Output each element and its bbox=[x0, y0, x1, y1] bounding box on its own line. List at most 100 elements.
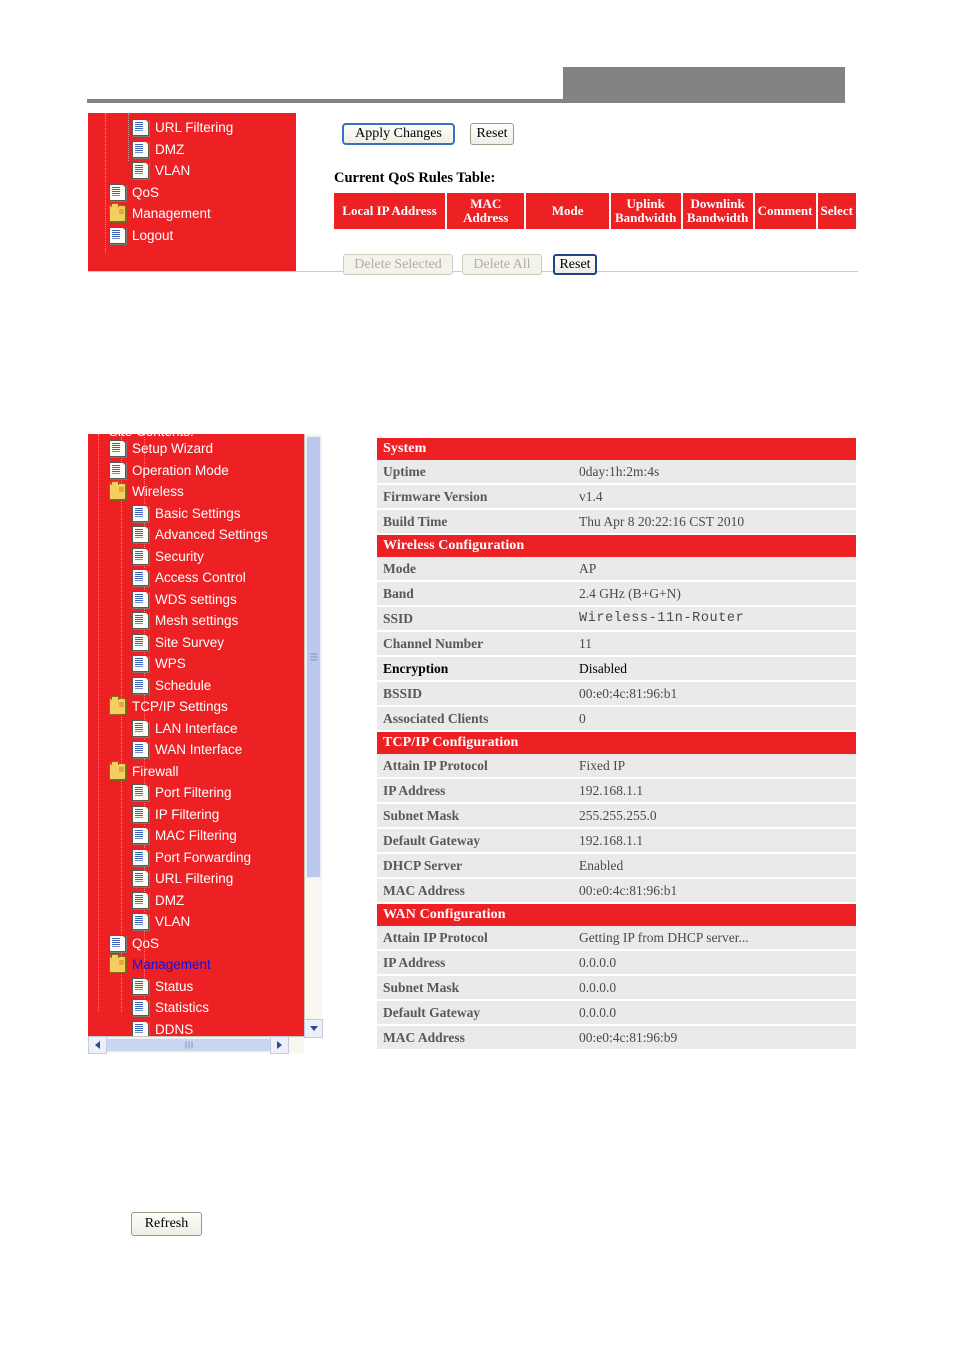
sidebar-item-wds-settings[interactable]: WDS settings bbox=[88, 589, 304, 611]
sidebar-item-label: QoS bbox=[132, 935, 160, 951]
sidebar-item-qos[interactable]: QoS bbox=[88, 182, 296, 204]
sidebar-item-basic-settings[interactable]: Basic Settings bbox=[88, 503, 304, 525]
sidebar-scroll-left-button[interactable] bbox=[88, 1036, 107, 1054]
sidebar-item-schedule[interactable]: Schedule bbox=[88, 675, 304, 697]
reset-button-bottom[interactable]: Reset bbox=[553, 254, 597, 275]
sidebar-item-label: Schedule bbox=[155, 677, 212, 693]
sidebar-item-label: LAN Interface bbox=[155, 720, 238, 736]
sidebar-item-operation-mode[interactable]: Operation Mode bbox=[88, 460, 304, 482]
status-row: Firmware Version v1.4 bbox=[377, 484, 856, 510]
status-row-key: Associated Clients bbox=[377, 706, 573, 732]
sidebar-vscroll-thumb[interactable] bbox=[306, 436, 321, 878]
status-row-value: 0.0.0.0 bbox=[573, 950, 856, 976]
sidebar-item-wan-interface[interactable]: WAN Interface bbox=[88, 739, 304, 761]
sidebar-item-url-filtering[interactable]: URL Filtering bbox=[88, 117, 296, 139]
page-icon bbox=[132, 569, 149, 587]
sidebar-item-label: VLAN bbox=[155, 163, 191, 178]
status-row: Attain IP Protocol Getting IP from DHCP s… bbox=[377, 926, 856, 951]
delete-selected-button[interactable]: Delete Selected bbox=[343, 254, 453, 275]
page-icon bbox=[109, 226, 126, 244]
page-icon bbox=[132, 891, 149, 909]
sidebar-item-ip-filtering[interactable]: IP Filtering bbox=[88, 804, 304, 826]
sidebar-item-ddns[interactable]: DDNS bbox=[88, 1019, 304, 1036]
sidebar-item-port-filtering[interactable]: Port Filtering bbox=[88, 782, 304, 804]
status-row: Build Time Thu Apr 8 20:22:16 CST 2010 bbox=[377, 509, 856, 535]
qos-column-header: Uplink Bandwidth bbox=[610, 193, 681, 230]
sidebar-item-label: IP Filtering bbox=[155, 806, 220, 822]
status-row: MAC Address 00:e0:4c:81:96:b1 bbox=[377, 878, 856, 904]
status-row-value: Fixed IP bbox=[573, 754, 856, 779]
sidebar-item-access-control[interactable]: Access Control bbox=[88, 567, 304, 589]
sidebar-scroll-right-button[interactable] bbox=[270, 1036, 289, 1054]
sidebar-item-setup-wizard[interactable]: Setup Wizard bbox=[88, 438, 304, 460]
page-icon bbox=[109, 183, 126, 201]
sidebar-item-wireless[interactable]: Wireless bbox=[88, 481, 304, 503]
status-row-value: 11 bbox=[573, 631, 856, 657]
page-icon bbox=[132, 162, 149, 180]
status-row-value: 0.0.0.0 bbox=[573, 1000, 856, 1026]
sidebar-item-dmz[interactable]: DMZ bbox=[88, 139, 296, 161]
sidebar-item-site-survey[interactable]: Site Survey bbox=[88, 632, 304, 654]
status-row: MAC Address 00:e0:4c:81:96:b9 bbox=[377, 1025, 856, 1051]
reset-button-top[interactable]: Reset bbox=[470, 123, 514, 145]
page-icon bbox=[132, 870, 149, 888]
sidebar-item-security[interactable]: Security bbox=[88, 546, 304, 568]
status-row: SSID Wireless-11n-Router bbox=[377, 606, 856, 632]
sidebar-hscroll-thumb[interactable] bbox=[106, 1038, 271, 1052]
sidebar-item-statistics[interactable]: Statistics bbox=[88, 997, 304, 1019]
sidebar-item-url-filtering[interactable]: URL Filtering bbox=[88, 868, 304, 890]
sidebar-item-mac-filtering[interactable]: MAC Filtering bbox=[88, 825, 304, 847]
status-section-header: WAN Configuration bbox=[377, 903, 856, 926]
sidebar-item-dmz[interactable]: DMZ bbox=[88, 890, 304, 912]
sidebar-item-advanced-settings[interactable]: Advanced Settings bbox=[88, 524, 304, 546]
qos-panel: URL Filtering DMZ VLAN QoS Management Logout … bbox=[88, 113, 858, 285]
sidebar-item-label: Management bbox=[132, 957, 211, 972]
sidebar-item-tcp-ip-settings[interactable]: TCP/IP Settings bbox=[88, 696, 304, 718]
status-row: Subnet Mask 0.0.0.0 bbox=[377, 975, 856, 1001]
status-row: IP Address 192.168.1.1 bbox=[377, 778, 856, 804]
sidebar-item-firewall[interactable]: Firewall bbox=[88, 760, 304, 783]
sidebar-item-qos[interactable]: QoS bbox=[88, 933, 304, 955]
delete-all-button[interactable]: Delete All bbox=[462, 254, 542, 275]
status-section-title: WAN Configuration bbox=[377, 903, 856, 926]
sidebar-item-management[interactable]: Management bbox=[88, 954, 304, 976]
sidebar-scroll-down-button[interactable] bbox=[304, 1019, 323, 1038]
refresh-button[interactable]: Refresh bbox=[131, 1212, 202, 1236]
sidebar-item-port-forwarding[interactable]: Port Forwarding bbox=[88, 847, 304, 869]
sidebar-item-mesh-settings[interactable]: Mesh settings bbox=[88, 610, 304, 632]
status-row-key: Build Time bbox=[377, 509, 573, 535]
status-row-value: AP bbox=[573, 557, 856, 582]
status-row-value: 0day:1h:2m:4s bbox=[573, 460, 856, 485]
page-icon bbox=[132, 999, 149, 1017]
status-row-key: IP Address bbox=[377, 778, 573, 804]
sidebar-item-lan-interface[interactable]: LAN Interface bbox=[88, 718, 304, 740]
page-icon bbox=[132, 848, 149, 866]
sidebar-item-label: Basic Settings bbox=[155, 505, 241, 521]
sidebar-item-label: Logout bbox=[132, 227, 174, 243]
qos-column-header: Select bbox=[817, 193, 856, 230]
page-icon bbox=[132, 827, 149, 845]
status-section-header: System bbox=[377, 438, 856, 460]
status-row: Encryption Disabled bbox=[377, 656, 856, 682]
page-icon bbox=[109, 934, 126, 952]
page-icon bbox=[132, 655, 149, 673]
sidebar-item-label: Status bbox=[155, 978, 194, 994]
sidebar-item-logout[interactable]: Logout bbox=[88, 225, 296, 247]
qos-table-header-row: Local IP Address MAC Address Mode Uplink Ba… bbox=[334, 193, 856, 230]
sidebar-item-label: URL Filtering bbox=[155, 871, 234, 886]
sidebar-item-vlan[interactable]: VLAN bbox=[88, 911, 304, 933]
sidebar-item-wps[interactable]: WPS bbox=[88, 653, 304, 675]
sidebar-item-vlan[interactable]: VLAN bbox=[88, 160, 296, 182]
page-header bbox=[0, 0, 954, 112]
page-icon bbox=[132, 612, 149, 630]
page-icon bbox=[132, 805, 149, 823]
apply-changes-button[interactable]: Apply Changes bbox=[342, 123, 455, 145]
sidebar-item-management[interactable]: Management bbox=[88, 203, 296, 225]
sidebar-item-status[interactable]: Status bbox=[88, 976, 304, 998]
qos-column-header: Local IP Address bbox=[334, 193, 445, 230]
folder-icon bbox=[109, 696, 126, 716]
status-row: Subnet Mask 255.255.255.0 bbox=[377, 803, 856, 829]
status-row: Default Gateway 0.0.0.0 bbox=[377, 1000, 856, 1026]
sidebar-vertical-scrollbar[interactable] bbox=[304, 434, 322, 1036]
sidebar-item-label: Security bbox=[155, 548, 204, 564]
